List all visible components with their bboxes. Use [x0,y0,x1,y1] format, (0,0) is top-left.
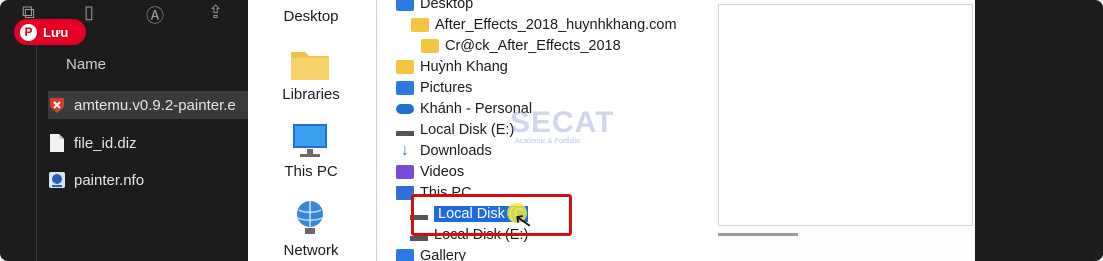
folder-icon [396,60,414,74]
this-pc-icon [289,122,331,160]
videos-icon [396,165,414,179]
preview-box [718,4,973,226]
watermark-logo: SECAT [510,106,615,139]
amtemu-icon [48,95,66,115]
watermark-subtext: Academic & Portfolio [515,138,580,145]
file-row-amtemu[interactable]: amtemu.v0.9.2-painter.e [48,91,248,119]
tree-label: After_Effects_2018_huynhkhang.com [435,17,677,33]
annotation-highlight-box [411,194,572,236]
file-row-painter-nfo[interactable]: painter.nfo [48,166,144,194]
libraries-icon [289,44,331,82]
downloads-icon: ↓ [401,142,409,159]
disk-icon [396,130,414,136]
quick-item-label: Desktop [283,8,339,25]
quick-item-network[interactable]: Network [248,242,374,259]
file-name: amtemu.v0.9.2-painter.e [74,96,236,114]
rename-icon[interactable]: Ⓐ [146,2,164,28]
pictures-icon [396,81,414,95]
share-icon[interactable]: ⇪ [208,2,223,23]
quick-item-desktop[interactable]: Desktop [248,8,374,25]
file-row-file-id[interactable]: file_id.diz [48,129,137,157]
pinterest-save-button[interactable]: P Lưu [14,19,86,45]
quick-access-pane: Desktop Libraries This PC Network [248,0,377,261]
desktop-icon [396,0,414,11]
tree-item-local-disk-e[interactable]: Local Disk (E:) [396,120,514,140]
tree-label: Downloads [420,143,492,159]
tree-item-after-effects[interactable]: After_Effects_2018_huynhkhang.com [411,15,677,35]
tree-item-downloads[interactable]: ↓ Downloads [396,141,492,161]
quick-item-label: Libraries [282,86,340,103]
tree-label: Gallery [420,248,466,261]
gallery-icon [396,249,414,261]
tree-label: Desktop [420,0,474,12]
file-icon [48,133,66,153]
tree-item-gallery[interactable]: Gallery [396,246,466,261]
paste-icon[interactable]: ▯ [84,2,94,23]
file-name: file_id.diz [74,134,137,152]
column-separator [36,40,37,261]
folder-icon [421,39,439,53]
quick-item-this-pc[interactable]: This PC [248,163,374,180]
onedrive-icon [396,104,414,114]
tree-label: Cr@ck_After_Effects_2018 [445,38,621,54]
screenshot-frame: ⧉ ▯ Ⓐ ⇪ Name amtemu.v0.9.2-painter.e fil… [0,0,1103,261]
pinterest-icon: P [20,23,37,41]
disk-icon [410,235,428,241]
file-name: painter.nfo [74,171,145,189]
tree-label: Huỳnh Khang [420,59,508,75]
quick-item-libraries[interactable]: Libraries [248,86,374,103]
tree-label: Local Disk (E:) [420,122,515,138]
tree-item-desktop[interactable]: Desktop [396,0,473,14]
tree-label: Pictures [420,80,473,96]
horizontal-scrollbar[interactable] [718,233,798,236]
tree-item-pictures[interactable]: Pictures [396,78,472,98]
quick-item-label: This PC [284,163,338,180]
quick-item-label: Network [283,242,339,259]
nfo-icon [48,170,66,190]
folder-icon [411,18,429,32]
background-strip [975,0,1103,261]
save-label: Lưu [43,24,69,40]
name-column-header[interactable]: Name [66,56,106,73]
tree-label: Videos [420,164,465,180]
tree-item-crack-folder[interactable]: Cr@ck_After_Effects_2018 [421,36,621,56]
tree-item-videos[interactable]: Videos [396,162,464,182]
network-icon [289,198,331,236]
tree-item-huynh-khang[interactable]: Huỳnh Khang [396,57,508,77]
